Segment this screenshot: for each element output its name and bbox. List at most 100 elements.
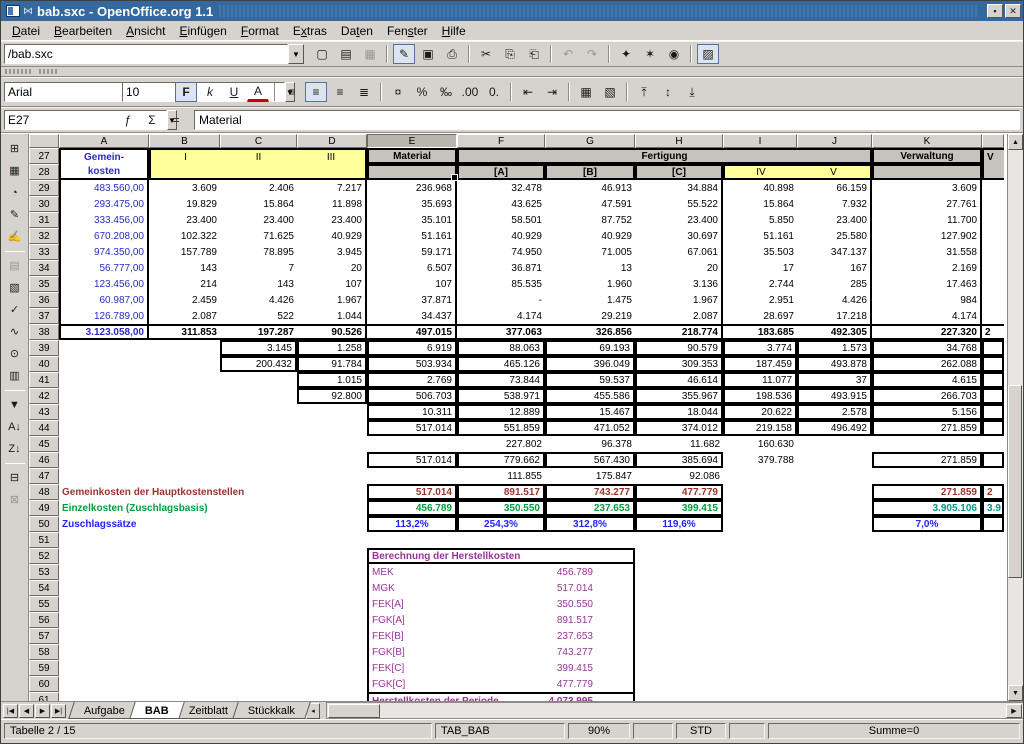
new-document-icon[interactable]: ▢: [311, 44, 333, 64]
cell-G61[interactable]: 4.073.995: [545, 692, 635, 701]
cell-K50[interactable]: 7,0%: [872, 516, 982, 532]
font-color-icon[interactable]: A: [247, 82, 269, 102]
cut-icon[interactable]: ✂: [475, 44, 497, 64]
row-header-40[interactable]: 40: [29, 356, 59, 372]
cell-J39[interactable]: 1.573: [797, 340, 872, 356]
cell-A35[interactable]: 123.456,00: [59, 276, 149, 292]
column-header-L[interactable]: [982, 134, 1004, 148]
underline-icon[interactable]: U: [223, 82, 245, 102]
cell-D32[interactable]: 40.929: [297, 228, 367, 244]
cell-C27[interactable]: II: [220, 148, 297, 164]
cell-G37[interactable]: 29.219: [545, 308, 635, 324]
cell-D27[interactable]: III: [297, 148, 367, 164]
cell-K32[interactable]: 127.902: [872, 228, 982, 244]
cell-L49[interactable]: 3.9: [982, 500, 1004, 516]
cell-I28[interactable]: IV: [723, 164, 797, 180]
cell-C33[interactable]: 78.895: [220, 244, 297, 260]
cell-K49[interactable]: 3.905.106: [872, 500, 982, 516]
cell-C34[interactable]: 7: [220, 260, 297, 276]
cell-G40[interactable]: 396.049: [545, 356, 635, 372]
cell-K41[interactable]: 4.615: [872, 372, 982, 388]
cell-E35[interactable]: 107: [367, 276, 457, 292]
cell-I42[interactable]: 198.536: [723, 388, 797, 404]
cell-G45[interactable]: 96.378: [545, 436, 635, 452]
spreadsheet-grid[interactable]: ABCDEFGHIJK27282930313233343536373839404…: [29, 134, 1007, 701]
cell-E56[interactable]: FGK[A]: [367, 612, 457, 628]
percent-format-icon[interactable]: %: [411, 82, 433, 102]
url-dropdown-icon[interactable]: ▼: [288, 44, 304, 64]
row-header-58[interactable]: 58: [29, 644, 59, 660]
cell-A38[interactable]: 3.123.058,00: [59, 324, 149, 340]
cell-A28[interactable]: kosten: [59, 164, 149, 180]
cell-I43[interactable]: 20.622: [723, 404, 797, 420]
column-header-J[interactable]: J: [797, 134, 872, 148]
cell-H48[interactable]: 477.779: [635, 484, 723, 500]
cell-I39[interactable]: 3.774: [723, 340, 797, 356]
cell-G47[interactable]: 175.847: [545, 468, 635, 484]
cell-B38[interactable]: 311.853: [149, 324, 220, 340]
insert-cells-icon[interactable]: ▦: [4, 160, 26, 181]
cell-H44[interactable]: 374.012: [635, 420, 723, 436]
cell-H32[interactable]: 30.697: [635, 228, 723, 244]
vertical-scroll-track[interactable]: [1008, 150, 1023, 685]
row-header-50[interactable]: 50: [29, 516, 59, 532]
row-header-43[interactable]: 43: [29, 404, 59, 420]
cell-H31[interactable]: 23.400: [635, 212, 723, 228]
cell-F30[interactable]: 43.625: [457, 196, 545, 212]
cell-B35[interactable]: 214: [149, 276, 220, 292]
cell-H37[interactable]: 2.087: [635, 308, 723, 324]
cell-I35[interactable]: 2.744: [723, 276, 797, 292]
row-header-61[interactable]: 61: [29, 692, 59, 701]
edit-file-icon[interactable]: ✎: [393, 44, 415, 64]
cell-G36[interactable]: 1.475: [545, 292, 635, 308]
cell-K29[interactable]: 3.609: [872, 180, 982, 196]
cell-F57[interactable]: 237.653: [457, 628, 635, 644]
row-header-57[interactable]: 57: [29, 628, 59, 644]
cell-F48[interactable]: 891.517: [457, 484, 545, 500]
cell-G38[interactable]: 326.856: [545, 324, 635, 340]
cell-K43[interactable]: 5.156: [872, 404, 982, 420]
cell-A50[interactable]: Zuschlagssätze: [59, 516, 367, 532]
font-name-combo[interactable]: ▼: [4, 82, 116, 102]
sort-ascending-icon[interactable]: A↓: [4, 416, 26, 437]
row-header-44[interactable]: 44: [29, 420, 59, 436]
grip-handle[interactable]: [39, 69, 57, 74]
cell-G39[interactable]: 69.193: [545, 340, 635, 356]
cell-J42[interactable]: 493.915: [797, 388, 872, 404]
background-color-icon[interactable]: ▧: [599, 82, 621, 102]
cell-L40[interactable]: [982, 356, 1004, 372]
cell-F44[interactable]: 551.859: [457, 420, 545, 436]
row-header-31[interactable]: 31: [29, 212, 59, 228]
cell-I30[interactable]: 15.864: [723, 196, 797, 212]
cell-K44[interactable]: 271.859: [872, 420, 982, 436]
cell-F29[interactable]: 32.478: [457, 180, 545, 196]
cell-E61[interactable]: Herstellkosten der Periode: [367, 692, 545, 701]
cell-E32[interactable]: 51.161: [367, 228, 457, 244]
row-header-42[interactable]: 42: [29, 388, 59, 404]
cell-E29[interactable]: 236.968: [367, 180, 457, 196]
cell-K33[interactable]: 31.558: [872, 244, 982, 260]
cell-H35[interactable]: 3.136: [635, 276, 723, 292]
cell-J36[interactable]: 4.426: [797, 292, 872, 308]
cell-E33[interactable]: 59.171: [367, 244, 457, 260]
row-header-54[interactable]: 54: [29, 580, 59, 596]
cell-E39[interactable]: 6.919: [367, 340, 457, 356]
cell-I38[interactable]: 183.685: [723, 324, 797, 340]
cell-B28[interactable]: [149, 164, 220, 180]
cell-G48[interactable]: 743.277: [545, 484, 635, 500]
cell-F28[interactable]: [A]: [457, 164, 545, 180]
cell-E59[interactable]: FEK[C]: [367, 660, 457, 676]
cell-J35[interactable]: 285: [797, 276, 872, 292]
cell-A32[interactable]: 670.208,00: [59, 228, 149, 244]
cell-J41[interactable]: 37: [797, 372, 872, 388]
cell-F46[interactable]: 779.662: [457, 452, 545, 468]
cell-L46[interactable]: [982, 452, 1004, 468]
cell-G33[interactable]: 71.005: [545, 244, 635, 260]
row-header-27[interactable]: 27: [29, 148, 59, 164]
cell-F56[interactable]: 891.517: [457, 612, 635, 628]
cell-B27[interactable]: I: [149, 148, 220, 164]
cell-F27[interactable]: Fertigung: [457, 148, 872, 164]
cell-E43[interactable]: 10.311: [367, 404, 457, 420]
cell-E34[interactable]: 6.507: [367, 260, 457, 276]
cell-H39[interactable]: 90.579: [635, 340, 723, 356]
